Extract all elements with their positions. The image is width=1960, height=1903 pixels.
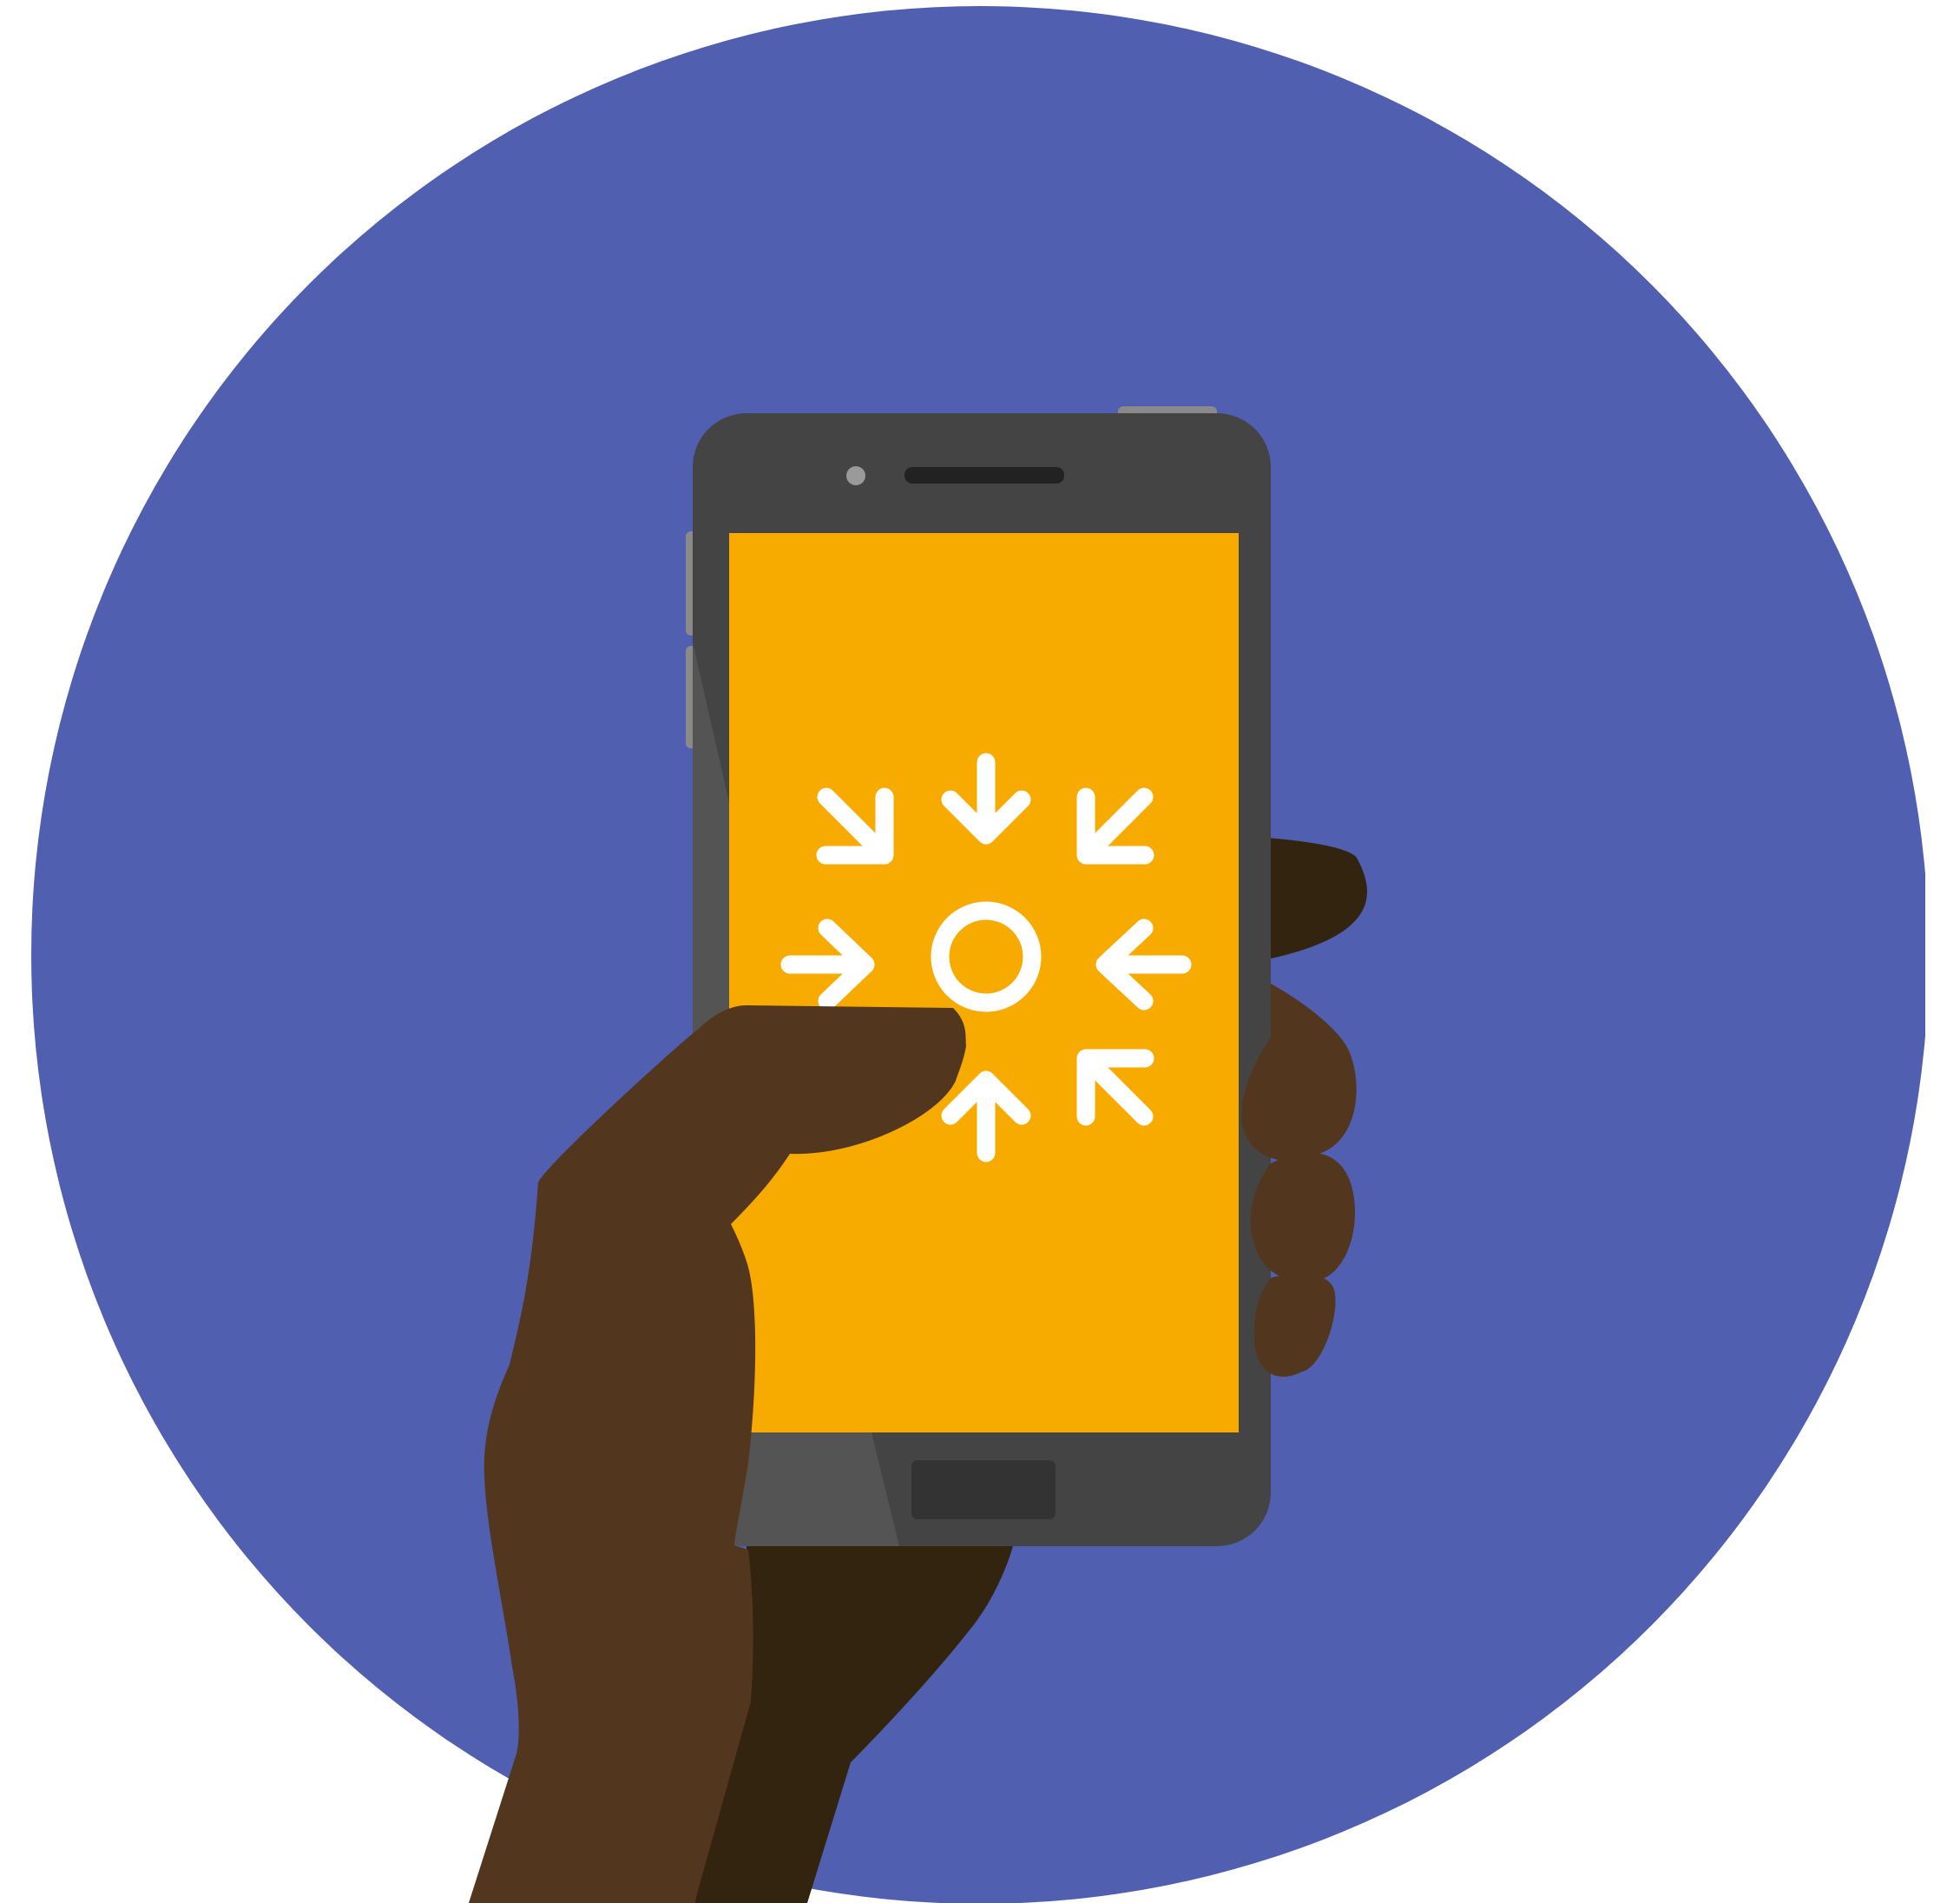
earpiece-speaker [904,467,1064,484]
phone-screen [729,533,1239,1432]
right-crop [1925,0,1960,1903]
finger-ring [1250,1152,1356,1282]
front-camera [846,466,865,485]
home-button [911,1460,1056,1519]
illustration [31,0,1960,1903]
